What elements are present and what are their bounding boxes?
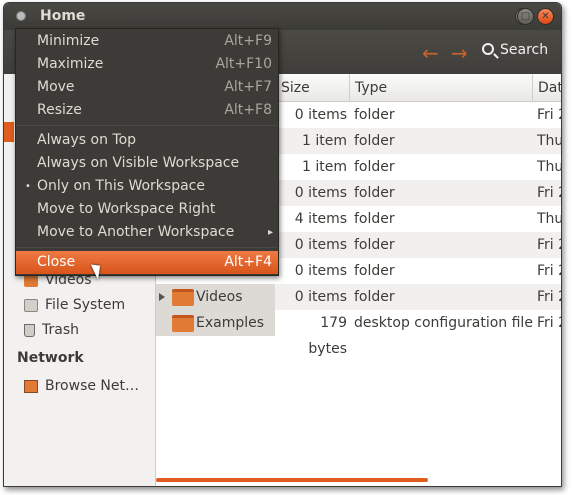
column-header-date[interactable]: Dat <box>533 74 561 102</box>
menu-item-accel: Alt+F7 <box>224 79 272 95</box>
folder-icon <box>172 289 194 306</box>
type-cell: folder <box>354 159 395 175</box>
size-cell: 179 bytes <box>308 315 347 357</box>
date-cell: Fri 2 <box>537 107 561 123</box>
maximize-button[interactable]: □ <box>517 8 534 25</box>
horizontal-scrollbar[interactable] <box>156 478 428 482</box>
name-cell: Videos <box>156 284 275 310</box>
date-cell: Fri 2 <box>537 185 561 201</box>
menu-item-label: Maximize <box>37 56 104 72</box>
sidebar-item-trash[interactable]: Trash <box>24 322 79 338</box>
date-cell: Fri 2 <box>537 315 561 331</box>
size-cell: 0 items <box>294 263 347 279</box>
size-cell: 4 items <box>294 211 347 227</box>
menu-item-accel: Alt+F8 <box>224 102 272 118</box>
date-cell: Thu <box>537 133 562 149</box>
type-cell: folder <box>354 211 395 227</box>
file-name: Videos <box>196 289 243 305</box>
menu-item-close[interactable]: Close Alt+F4 <box>16 251 278 274</box>
name-cell: Examples <box>156 310 275 336</box>
trash-icon <box>24 323 35 337</box>
search-icon <box>482 43 494 55</box>
arrow-left-icon: ← <box>422 41 439 65</box>
sidebar-item-label: Trash <box>42 322 79 338</box>
menu-item-resize[interactable]: Resize Alt+F8 <box>16 99 278 122</box>
forward-button[interactable]: → <box>451 41 468 65</box>
file-name: Examples <box>196 315 265 331</box>
window-menu: Minimize Alt+F9 Maximize Alt+F10 Move Al… <box>15 28 279 276</box>
date-cell: Thu <box>537 159 562 175</box>
type-cell: folder <box>354 289 395 305</box>
type-cell: desktop configuration file <box>354 315 533 331</box>
menu-item-maximize[interactable]: Maximize Alt+F10 <box>16 53 278 76</box>
title-bar[interactable]: Home – □ ✕ <box>4 3 561 30</box>
menu-item-always-on-visible-workspace[interactable]: Always on Visible Workspace <box>16 152 278 175</box>
network-icon <box>24 379 38 393</box>
type-cell: folder <box>354 133 395 149</box>
menu-item-label: Move to Workspace Right <box>37 201 216 217</box>
window-title: Home <box>40 8 86 24</box>
screenshot-frame: Home – □ ✕ ← → Search <box>0 0 576 495</box>
size-cell: 0 items <box>294 107 347 123</box>
window-menu-icon[interactable] <box>16 11 26 21</box>
expander-icon[interactable] <box>159 293 165 301</box>
menu-separator <box>16 125 278 126</box>
menu-item-accel: Alt+F9 <box>224 33 272 49</box>
sidebar-item-file-system[interactable]: File System <box>24 297 125 313</box>
menu-item-label: Minimize <box>37 33 100 49</box>
type-cell: folder <box>354 107 395 123</box>
radio-bullet-icon: • <box>25 181 31 192</box>
file-manager-window: Home – □ ✕ ← → Search <box>3 2 562 487</box>
column-header-size[interactable]: Size <box>276 74 350 102</box>
size-cell: 1 item <box>302 133 347 149</box>
menu-item-only-on-this-workspace[interactable]: • Only on This Workspace <box>16 175 278 198</box>
submenu-arrow-icon: ▸ <box>267 227 273 238</box>
date-cell: Fri 2 <box>537 237 561 253</box>
menu-item-label: Always on Top <box>37 132 137 148</box>
size-cell: 1 item <box>302 159 347 175</box>
close-button[interactable]: ✕ <box>537 8 554 25</box>
menu-item-label: Close <box>37 254 76 270</box>
sidebar-heading-network: Network <box>17 350 84 366</box>
back-button[interactable]: ← <box>422 41 439 65</box>
close-icon: ✕ <box>541 11 550 22</box>
type-cell: folder <box>354 263 395 279</box>
drive-icon <box>24 298 38 312</box>
maximize-icon: □ <box>520 11 531 22</box>
sidebar-item-label: Browse Net… <box>45 378 140 394</box>
sidebar-item-label: File System <box>45 297 126 313</box>
column-header-type[interactable]: Type <box>350 74 533 102</box>
table-row[interactable]: Examples 179 bytes desktop configuration… <box>156 310 561 357</box>
arrow-right-icon: → <box>451 41 468 65</box>
type-cell: folder <box>354 237 395 253</box>
date-cell: Fri 2 <box>537 263 561 279</box>
menu-item-accel: Alt+F10 <box>215 56 272 72</box>
menu-item-accel: Alt+F4 <box>224 254 272 270</box>
size-cell: 0 items <box>294 185 347 201</box>
type-cell: folder <box>354 185 395 201</box>
date-cell: Thu <box>537 211 562 227</box>
menu-item-always-on-top[interactable]: Always on Top <box>16 129 278 152</box>
menu-item-label: Only on This Workspace <box>37 178 205 194</box>
date-cell: Fri 2 <box>537 289 561 305</box>
menu-item-label: Resize <box>37 102 82 118</box>
search-label: Search <box>500 42 549 58</box>
menu-item-move-to-workspace-right[interactable]: Move to Workspace Right <box>16 198 278 221</box>
menu-item-label: Always on Visible Workspace <box>37 155 240 171</box>
size-cell: 0 items <box>294 237 347 253</box>
sidebar-selection-marker <box>4 122 14 142</box>
menu-item-minimize[interactable]: Minimize Alt+F9 <box>16 30 278 53</box>
menu-item-move-to-another-workspace[interactable]: Move to Another Workspace ▸ <box>16 221 278 244</box>
menu-item-move[interactable]: Move Alt+F7 <box>16 76 278 99</box>
size-cell: 0 items <box>294 289 347 305</box>
menu-item-label: Move to Another Workspace <box>37 224 235 240</box>
menu-separator <box>16 247 278 248</box>
menu-item-label: Move <box>37 79 75 95</box>
folder-link-icon <box>172 315 194 332</box>
sidebar-item-browse-network[interactable]: Browse Net… <box>24 378 139 394</box>
search-button[interactable]: Search <box>482 42 548 58</box>
table-row[interactable]: Videos 0 items folder Fri 2 <box>156 284 561 310</box>
